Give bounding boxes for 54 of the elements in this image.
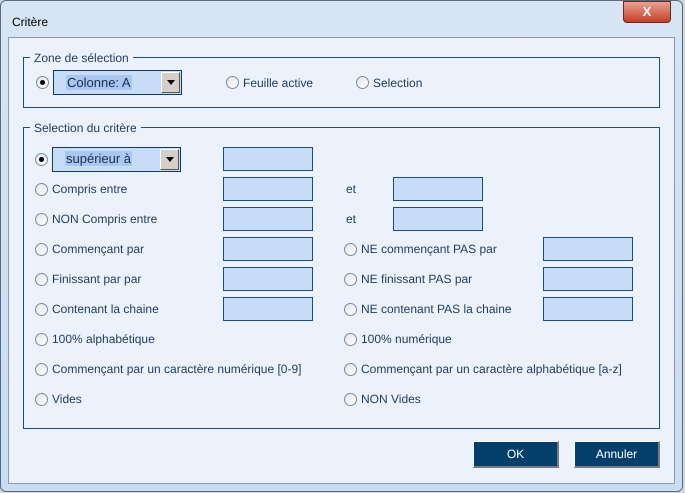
option-label: Commençant par un caractère alphabétique [a-z] bbox=[361, 361, 622, 378]
radio-button[interactable] bbox=[35, 362, 48, 376]
radio-button[interactable] bbox=[344, 362, 357, 376]
dropdown[interactable]: Colonne: A bbox=[53, 70, 182, 95]
input-field[interactable] bbox=[223, 207, 313, 231]
dropdown[interactable]: supérieur à bbox=[52, 146, 181, 172]
input-field[interactable] bbox=[223, 237, 313, 261]
option-label: Vides bbox=[52, 391, 82, 408]
window-title: Critère bbox=[12, 14, 48, 31]
option-label: 100% alphabétique bbox=[52, 331, 155, 348]
input-field[interactable] bbox=[393, 177, 483, 201]
input-field[interactable] bbox=[223, 297, 313, 321]
input-field[interactable] bbox=[543, 267, 633, 291]
radio-button[interactable] bbox=[344, 272, 357, 286]
radio-button[interactable] bbox=[356, 76, 369, 89]
option-label: Feuille active bbox=[243, 74, 314, 92]
caret-icon bbox=[161, 72, 180, 93]
input-field[interactable] bbox=[393, 207, 483, 231]
input-field[interactable] bbox=[543, 237, 633, 261]
option-label: Contenant la chaine bbox=[52, 301, 159, 318]
input-field[interactable] bbox=[223, 177, 313, 201]
input-field[interactable] bbox=[223, 147, 313, 171]
radio-button[interactable] bbox=[35, 182, 48, 196]
option-label: NON Vides bbox=[361, 391, 421, 408]
option-label: Selection bbox=[373, 74, 422, 92]
radio-button[interactable] bbox=[344, 392, 357, 406]
radio-button[interactable] bbox=[35, 152, 48, 166]
ok-button[interactable]: OK bbox=[473, 441, 559, 468]
and-label: et bbox=[345, 181, 358, 198]
input-field[interactable] bbox=[223, 267, 313, 291]
cancel-button[interactable]: Annuler bbox=[574, 441, 660, 468]
option-label: 100% numérique bbox=[361, 331, 452, 348]
option-label: NE commençant PAS par bbox=[361, 241, 497, 258]
caret-icon bbox=[160, 148, 179, 170]
radio-button[interactable] bbox=[36, 76, 49, 89]
option-label: NE contenant PAS la chaine bbox=[361, 301, 512, 318]
and-label: et bbox=[345, 211, 358, 228]
option-label: NE finissant PAS par bbox=[361, 271, 472, 288]
option-label: Commençant par bbox=[52, 241, 144, 258]
input-field[interactable] bbox=[543, 297, 633, 321]
option-label: Commençant par un caractère numérique [0-9] bbox=[52, 361, 302, 378]
radio-button[interactable] bbox=[344, 242, 357, 256]
radio-button[interactable] bbox=[226, 76, 239, 89]
radio-button[interactable] bbox=[35, 242, 48, 256]
radio-button[interactable] bbox=[35, 212, 48, 226]
option-label: NON Compris entre bbox=[52, 211, 158, 228]
radio-button[interactable] bbox=[35, 332, 48, 346]
radio-button[interactable] bbox=[344, 332, 357, 346]
radio-button[interactable] bbox=[35, 302, 48, 316]
option-label: Compris entre bbox=[52, 181, 128, 198]
radio-button[interactable] bbox=[344, 302, 357, 316]
option-label: Finissant par par bbox=[52, 271, 142, 288]
radio-button[interactable] bbox=[35, 392, 48, 406]
radio-button[interactable] bbox=[35, 272, 48, 286]
